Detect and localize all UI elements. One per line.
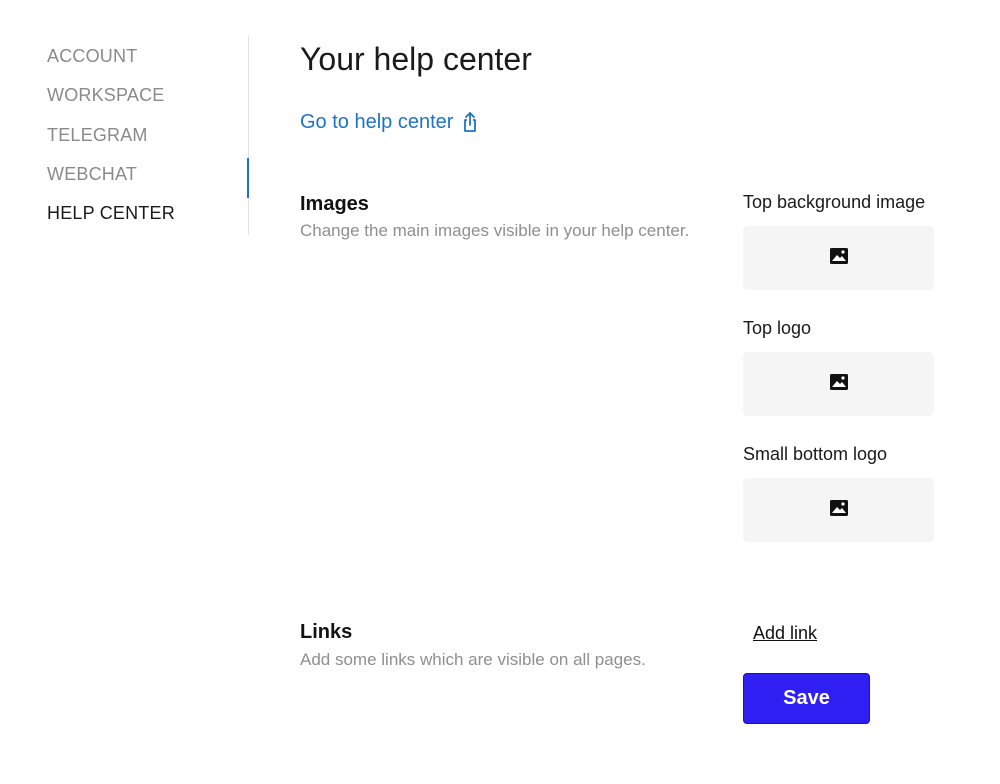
settings-sidebar: ACCOUNT WORKSPACE TELEGRAM WEBCHAT HELP … (0, 36, 249, 235)
small-bottom-logo-upload[interactable] (743, 478, 934, 542)
small-bottom-logo-label: Small bottom logo (743, 444, 888, 464)
images-section-description: Change the main images visible in your h… (300, 221, 690, 240)
page-title: Your help center (300, 41, 532, 77)
top-logo-label: Top logo (743, 318, 812, 338)
links-section-title: Links (300, 621, 353, 643)
images-section-title: Images (300, 193, 369, 215)
add-link-button[interactable]: Add link (753, 621, 817, 645)
image-icon (829, 499, 849, 522)
top-logo-upload[interactable] (743, 352, 934, 416)
sidebar-item-account[interactable]: ACCOUNT (47, 45, 137, 67)
settings-page: ACCOUNT WORKSPACE TELEGRAM WEBCHAT HELP … (0, 0, 1000, 784)
save-button[interactable]: Save (743, 673, 870, 724)
image-icon (829, 247, 849, 270)
sidebar-item-telegram[interactable]: TELEGRAM (47, 124, 148, 146)
sidebar-item-workspace[interactable]: WORKSPACE (47, 84, 164, 106)
links-section-description: Add some links which are visible on all … (300, 650, 646, 669)
active-nav-indicator (247, 158, 249, 198)
top-background-image-label: Top background image (743, 192, 926, 212)
image-icon (829, 373, 849, 396)
sidebar-item-webchat[interactable]: WEBCHAT (47, 163, 137, 185)
go-to-help-center-link[interactable]: Go to help center (300, 109, 479, 135)
top-background-image-upload[interactable] (743, 226, 934, 290)
sidebar-item-help-center[interactable]: HELP CENTER (47, 202, 175, 224)
help-link-label: Go to help center (300, 111, 454, 133)
share-up-icon (461, 111, 479, 133)
